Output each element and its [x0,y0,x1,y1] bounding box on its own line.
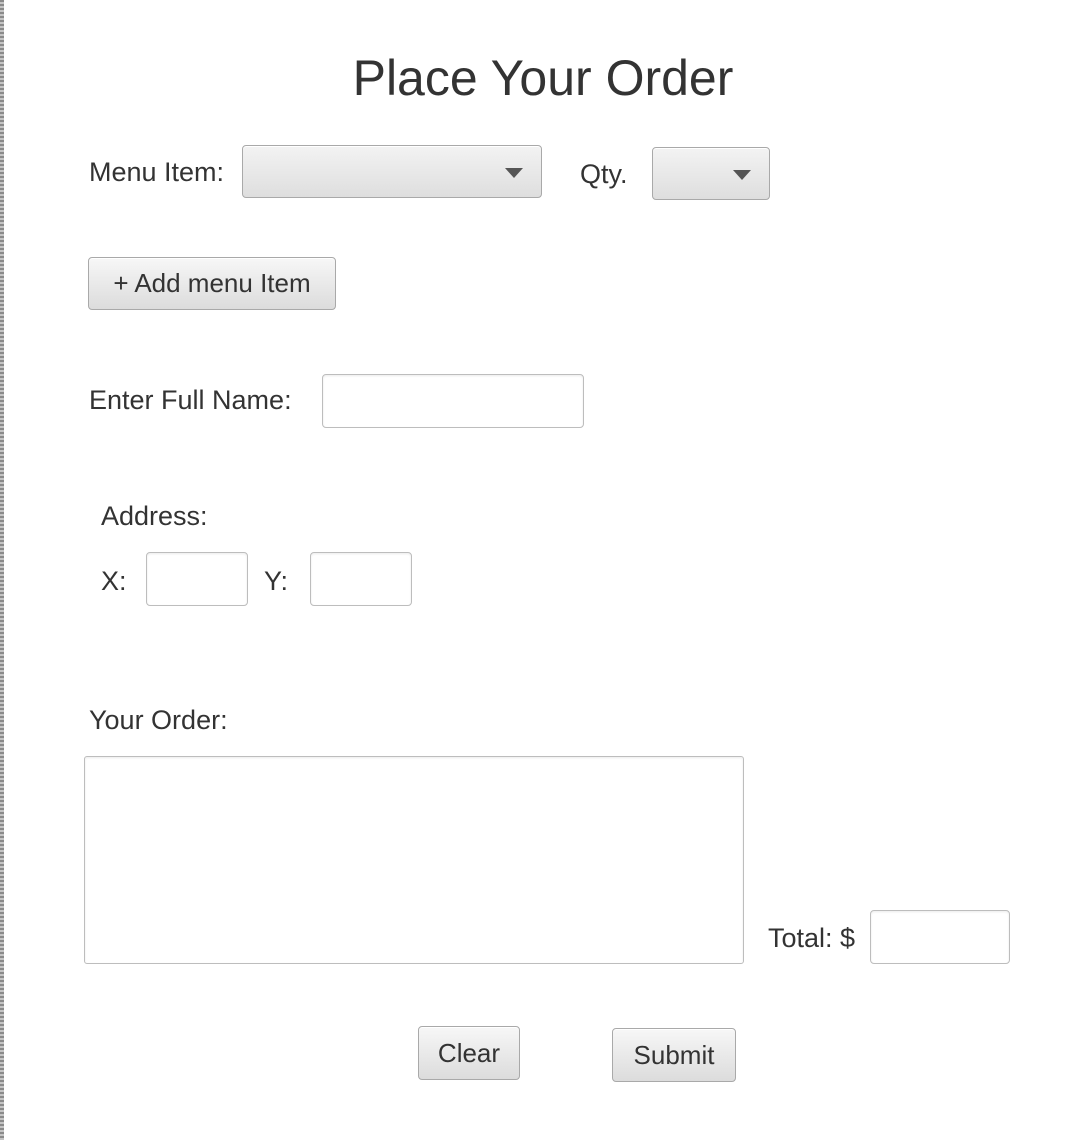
chevron-down-icon [505,168,523,178]
your-order-label: Your Order: [89,705,228,735]
y-label: Y: [264,566,289,596]
x-label: X: [101,566,127,596]
full-name-label: Enter Full Name: [89,385,292,415]
address-label: Address: [101,501,208,531]
address-y-input[interactable] [310,552,412,606]
qty-dropdown[interactable] [652,147,770,200]
order-summary-textarea[interactable] [84,756,744,964]
address-x-input[interactable] [146,552,248,606]
page-title: Place Your Order [352,50,734,106]
window-left-edge [0,0,4,1140]
submit-button[interactable]: Submit [612,1028,736,1082]
menu-item-label: Menu Item: [89,157,225,187]
qty-label: Qty. [580,159,628,189]
clear-button[interactable]: Clear [418,1026,520,1080]
total-input[interactable] [870,910,1010,964]
chevron-down-icon [733,170,751,180]
total-label: Total: $ [768,923,856,953]
add-menu-item-button[interactable]: + Add menu Item [88,257,336,310]
menu-item-dropdown[interactable] [242,145,542,198]
full-name-input[interactable] [322,374,584,428]
